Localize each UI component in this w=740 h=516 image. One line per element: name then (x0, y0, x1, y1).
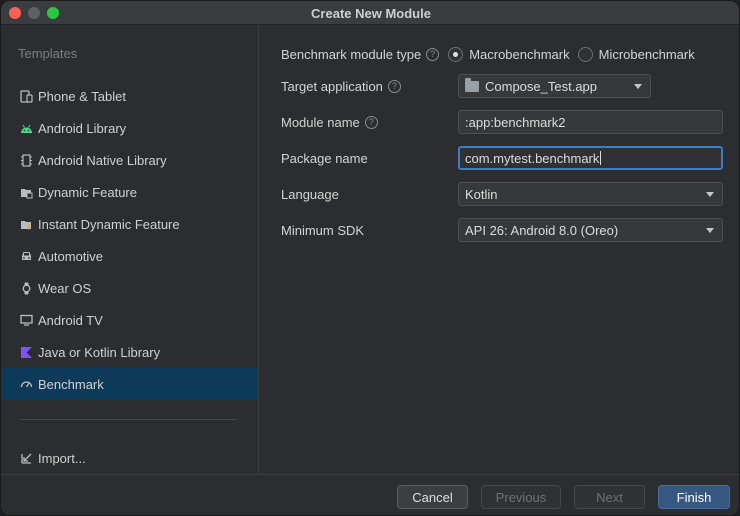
module-name-value: :app:benchmark2 (465, 114, 566, 130)
microbenchmark-label: Microbenchmark (598, 46, 695, 62)
sidebar-item-wear-os[interactable]: Wear OS (1, 272, 258, 304)
target-application-dropdown[interactable]: Compose_Test.app (458, 74, 651, 98)
native-library-icon (19, 153, 33, 167)
package-name-label: Package name (281, 150, 368, 166)
module-name-row: Module name ? (281, 110, 378, 134)
module-name-field[interactable]: :app:benchmark2 (458, 110, 723, 134)
package-name-row: Package name (281, 146, 368, 170)
chevron-down-icon (706, 228, 714, 233)
sidebar-item-instant-dynamic-feature[interactable]: Instant Dynamic Feature (1, 208, 258, 240)
sidebar-item-android-library[interactable]: Android Library (1, 112, 258, 144)
sidebar-item-label: Wear OS (38, 280, 92, 296)
sidebar-item-label: Android TV (38, 312, 103, 328)
help-icon[interactable]: ? (426, 47, 440, 61)
templates-header: Templates (18, 46, 78, 61)
sidebar-item-label: Benchmark (38, 376, 104, 392)
benchmark-type-row: Benchmark module type ? Macrobenchmark M… (281, 42, 695, 66)
finish-button[interactable]: Finish (658, 485, 730, 509)
sidebar-item-label: Java or Kotlin Library (38, 344, 161, 360)
sidebar-item-label: Android Native Library (38, 152, 167, 168)
phone-tablet-icon (19, 89, 33, 103)
sidebar-item-benchmark[interactable]: Benchmark (1, 368, 258, 400)
templates-sidebar: Templates Phone & Tablet Android Library… (1, 26, 259, 474)
sidebar-item-label: Instant Dynamic Feature (38, 216, 180, 232)
target-application-row: Target application ? (281, 74, 401, 98)
sidebar-item-phone-tablet[interactable]: Phone & Tablet (1, 80, 258, 112)
text-cursor (600, 151, 602, 165)
sidebar-item-label: Phone & Tablet (38, 88, 126, 104)
sidebar-item-java-kotlin-library[interactable]: Java or Kotlin Library (1, 336, 258, 368)
dialog-footer: Cancel Previous Next Finish (1, 474, 739, 515)
language-dropdown[interactable]: Kotlin (458, 182, 723, 206)
create-new-module-dialog: Create New Module Templates Phone & Tabl… (0, 0, 740, 516)
sidebar-item-label: Automotive (38, 248, 104, 264)
sidebar-item-label: Dynamic Feature (38, 184, 137, 200)
minimum-sdk-dropdown[interactable]: API 26: Android 8.0 (Oreo) (458, 218, 723, 242)
target-application-value: Compose_Test.app (485, 78, 598, 94)
minimum-sdk-value: API 26: Android 8.0 (Oreo) (465, 222, 619, 238)
title-bar: Create New Module (1, 1, 739, 25)
folder-icon (465, 77, 479, 92)
previous-button[interactable]: Previous (481, 485, 561, 509)
instant-feature-icon (19, 217, 33, 231)
chevron-down-icon (706, 192, 714, 197)
radio-unselected-icon (577, 46, 593, 62)
kotlin-icon (19, 345, 33, 359)
window-title: Create New Module (311, 6, 431, 21)
minimum-sdk-row: Minimum SDK (281, 218, 364, 242)
sidebar-item-dynamic-feature[interactable]: Dynamic Feature (1, 176, 258, 208)
import-button[interactable]: Import... (1, 442, 258, 474)
sidebar-item-android-tv[interactable]: Android TV (1, 304, 258, 336)
import-label: Import... (38, 450, 86, 466)
sidebar-divider (21, 419, 237, 420)
language-row: Language (281, 182, 339, 206)
module-name-label: Module name (281, 114, 360, 130)
cancel-button[interactable]: Cancel (397, 485, 468, 509)
sidebar-item-android-native-library[interactable]: Android Native Library (1, 144, 258, 176)
macrobenchmark-radio[interactable]: Macrobenchmark (448, 46, 570, 62)
package-name-value: com.mytest.benchmark (465, 150, 600, 166)
android-icon (19, 121, 33, 135)
help-icon[interactable]: ? (387, 79, 401, 93)
language-value: Kotlin (465, 186, 498, 202)
microbenchmark-radio[interactable]: Microbenchmark (577, 46, 695, 62)
dynamic-feature-icon (19, 185, 33, 199)
radio-selected-icon (448, 46, 464, 62)
target-application-label: Target application (281, 78, 383, 94)
minimum-sdk-label: Minimum SDK (281, 222, 365, 238)
car-icon (19, 249, 33, 263)
chevron-down-icon (634, 84, 642, 89)
import-arrow-icon (19, 451, 33, 465)
tv-icon (19, 313, 33, 327)
macrobenchmark-label: Macrobenchmark (469, 46, 570, 62)
benchmark-type-label: Benchmark module type (281, 46, 422, 62)
gauge-icon (19, 377, 33, 391)
next-button[interactable]: Next (574, 485, 645, 509)
package-name-field[interactable]: com.mytest.benchmark (458, 146, 723, 170)
sidebar-item-automotive[interactable]: Automotive (1, 240, 258, 272)
language-label: Language (281, 186, 339, 202)
sidebar-item-label: Android Library (38, 120, 127, 136)
help-icon[interactable]: ? (364, 115, 378, 129)
module-form: Benchmark module type ? Macrobenchmark M… (260, 26, 739, 474)
watch-icon (19, 281, 33, 295)
